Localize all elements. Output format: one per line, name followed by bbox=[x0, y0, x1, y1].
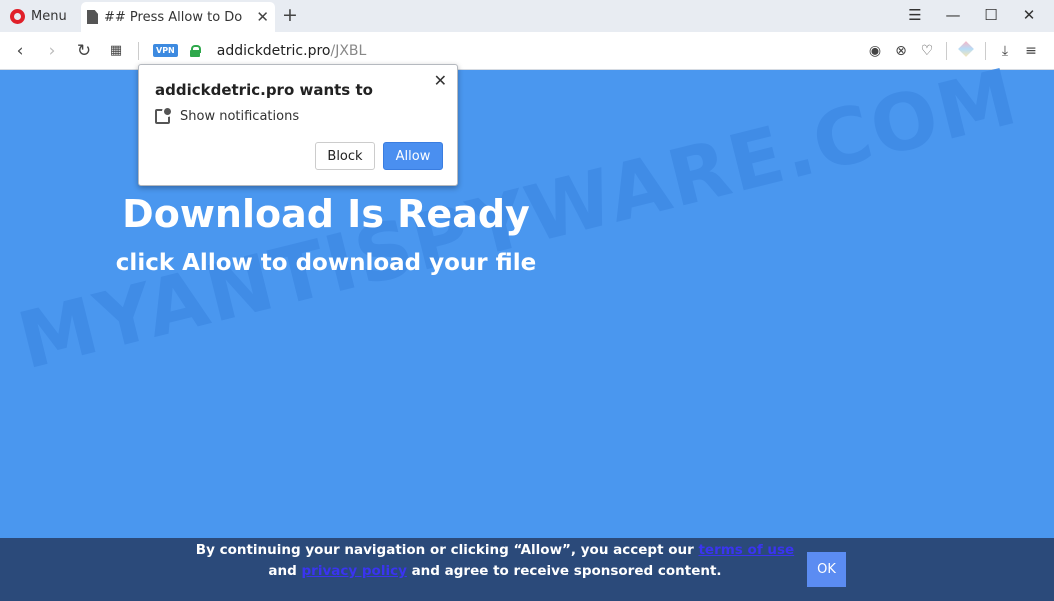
settings-sliders-icon[interactable]: ≡ bbox=[1018, 43, 1044, 59]
url-path: /JXBL bbox=[330, 42, 367, 59]
consent-text-1: By continuing your navigation or clickin… bbox=[195, 542, 699, 558]
extension-cube-icon[interactable] bbox=[953, 41, 979, 60]
tab-title: ## Press Allow to Do bbox=[104, 9, 243, 25]
divider bbox=[946, 42, 947, 60]
lock-icon[interactable] bbox=[189, 44, 201, 57]
document-icon bbox=[87, 10, 98, 24]
opera-menu-button[interactable]: Menu bbox=[0, 0, 77, 32]
opera-logo-icon bbox=[10, 8, 25, 24]
popup-close-icon[interactable]: ✕ bbox=[434, 71, 447, 90]
consent-text-2: and bbox=[268, 563, 302, 579]
back-icon[interactable]: ‹ bbox=[4, 41, 36, 61]
close-window-icon[interactable]: ✕ bbox=[1010, 6, 1048, 24]
tab-menu-icon[interactable]: ☰ bbox=[896, 6, 934, 24]
vpn-badge[interactable]: VPN bbox=[153, 44, 178, 57]
menu-label: Menu bbox=[31, 8, 67, 24]
window-controls: ☰ — ☐ ✕ bbox=[896, 6, 1048, 24]
tabs-grid-icon[interactable]: ▦ bbox=[100, 43, 132, 58]
tab-active[interactable]: ## Press Allow to Do ✕ bbox=[81, 2, 275, 32]
privacy-link[interactable]: privacy policy bbox=[302, 563, 407, 579]
notification-icon bbox=[155, 106, 173, 124]
consent-bar: By continuing your navigation or clickin… bbox=[0, 538, 1054, 601]
permission-row: Show notifications bbox=[155, 106, 300, 124]
page-headline: Download Is Ready bbox=[122, 192, 530, 236]
page-subline: click Allow to download your file bbox=[115, 250, 537, 276]
consent-text: By continuing your navigation or clickin… bbox=[190, 540, 800, 582]
permission-label: Show notifications bbox=[180, 109, 300, 124]
terms-link[interactable]: terms of use bbox=[698, 542, 794, 558]
tab-close-icon[interactable]: ✕ bbox=[256, 8, 269, 26]
ok-button[interactable]: OK bbox=[807, 552, 846, 587]
divider bbox=[138, 41, 139, 60]
url-field[interactable]: addickdetric.pro/JXBL bbox=[217, 43, 367, 59]
new-tab-icon[interactable]: + bbox=[282, 4, 298, 26]
maximize-icon[interactable]: ☐ bbox=[972, 6, 1010, 24]
notification-permission-popup: addickdetric.pro wants to ✕ Show notific… bbox=[138, 64, 458, 186]
adblock-icon[interactable]: ⊗ bbox=[888, 43, 914, 59]
block-button[interactable]: Block bbox=[315, 142, 375, 170]
heart-icon[interactable]: ♡ bbox=[914, 43, 940, 59]
allow-button[interactable]: Allow bbox=[383, 142, 443, 170]
reload-icon[interactable]: ↻ bbox=[68, 41, 100, 61]
minimize-icon[interactable]: — bbox=[934, 6, 972, 24]
url-host: addickdetric.pro bbox=[216, 42, 331, 59]
camera-icon[interactable]: ◉ bbox=[862, 43, 888, 59]
tab-bar: Menu ## Press Allow to Do ✕ + ☰ — ☐ ✕ bbox=[0, 0, 1054, 32]
forward-icon[interactable]: › bbox=[36, 41, 68, 61]
consent-text-3: and agree to receive sponsored content. bbox=[406, 563, 722, 579]
popup-title: addickdetric.pro wants to bbox=[155, 81, 373, 99]
